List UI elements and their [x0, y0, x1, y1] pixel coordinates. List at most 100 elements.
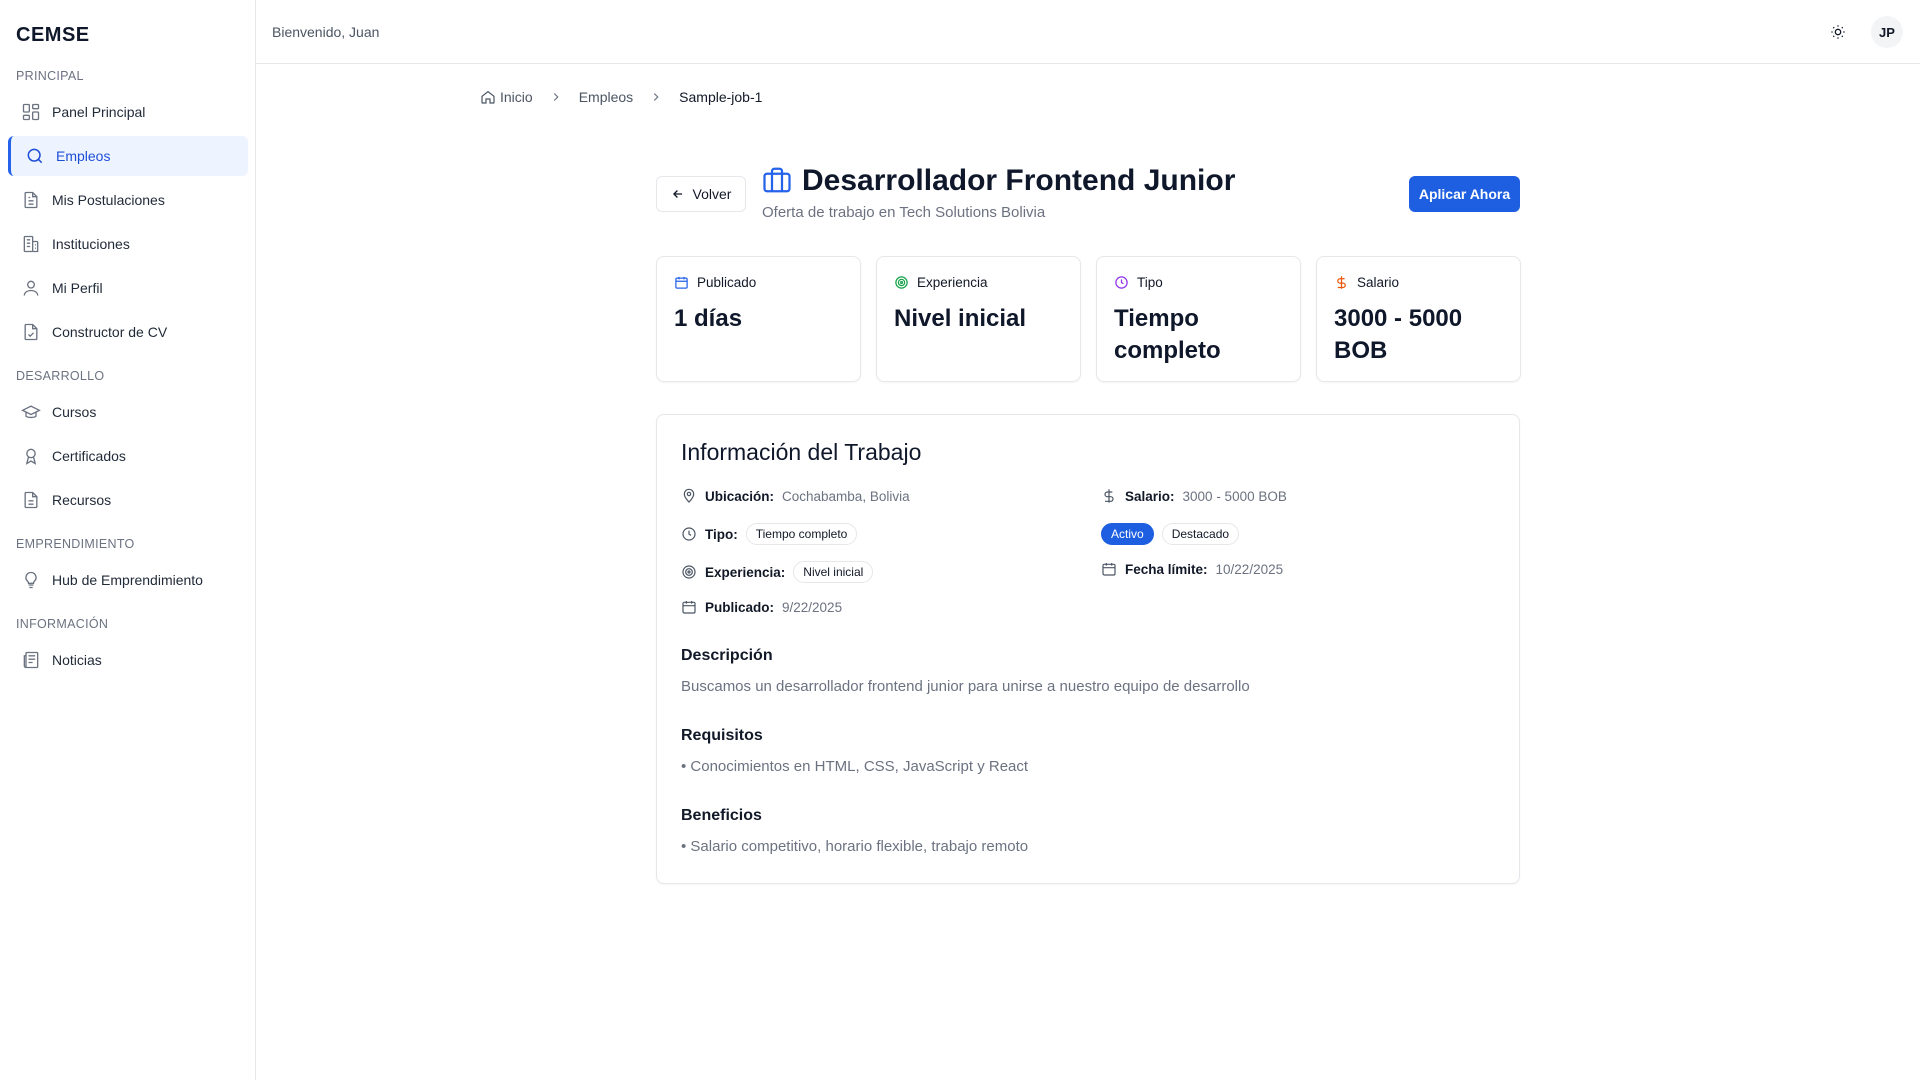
brand-logo[interactable]: CEMSE: [16, 24, 90, 47]
status-badge: Activo: [1101, 523, 1154, 545]
sidebar-item-recursos[interactable]: Recursos: [8, 480, 248, 520]
stat-card-type: Tipo Tiempo completo: [1096, 256, 1301, 382]
sidebar-item-mi-perfil[interactable]: Mi Perfil: [8, 268, 248, 308]
map-pin-icon: [683, 488, 695, 503]
benefits-text: • Salario competitivo, horario flexible,…: [681, 838, 1029, 855]
description-text: Buscamos un desarrollador frontend junio…: [681, 678, 1250, 695]
info-badges: Activo Destacado: [1101, 523, 1240, 545]
theme-toggle-button[interactable]: [1826, 20, 1850, 44]
briefcase-icon: [763, 167, 791, 193]
page-subtitle: Oferta de trabajo en Tech Solutions Boli…: [762, 204, 1046, 221]
sidebar-item-instituciones[interactable]: Instituciones: [8, 224, 248, 264]
sidebar-item-label: Mi Perfil: [52, 280, 103, 296]
newspaper-icon: [23, 651, 39, 669]
graduation-cap-icon: [21, 405, 41, 419]
building-icon: [23, 235, 39, 253]
section-title-emprendimiento: EMPRENDIMIENTO: [16, 537, 135, 551]
stat-label: Publicado: [697, 275, 757, 290]
stat-card-salary: Salario 3000 - 5000 BOB: [1316, 256, 1521, 382]
sidebar-item-cursos[interactable]: Cursos: [8, 392, 248, 432]
stat-value: Nivel inicial: [894, 305, 1027, 332]
info-location: Ubicación: Cochabamba, Bolivia: [681, 488, 910, 504]
info-experience: Experiencia: Nivel inicial: [681, 561, 874, 583]
award-icon: [25, 448, 37, 465]
experience-badge: Nivel inicial: [793, 561, 874, 583]
info-label: Publicado:: [705, 599, 775, 615]
requirements-text: • Conocimientos en HTML, CSS, JavaScript…: [681, 758, 1029, 775]
sidebar-item-label: Noticias: [52, 652, 102, 668]
sidebar-item-certificados[interactable]: Certificados: [8, 436, 248, 476]
section-title-desarrollo: DESARROLLO: [16, 369, 105, 383]
info-salary: Salario: 3000 - 5000 BOB: [1101, 488, 1287, 504]
target-icon: [895, 276, 908, 289]
file-icon: [24, 491, 38, 509]
avatar[interactable]: JP: [1871, 16, 1903, 48]
info-value: 10/22/2025: [1215, 561, 1284, 577]
description-heading: Descripción: [681, 647, 773, 664]
info-deadline: Fecha límite: 10/22/2025: [1101, 561, 1283, 577]
stat-value: Tiempo completo: [1114, 305, 1221, 364]
info-label: Ubicación:: [705, 488, 775, 504]
sidebar-item-label: Panel Principal: [52, 104, 146, 120]
clock-icon: [1115, 276, 1128, 289]
sidebar-item-mis-postulaciones[interactable]: Mis Postulaciones: [8, 180, 248, 220]
requirements-heading: Requisitos: [681, 727, 763, 744]
calendar-icon: [675, 276, 688, 289]
stat-label: Salario: [1357, 275, 1400, 290]
sidebar-item-label: Recursos: [52, 492, 112, 508]
file-text-icon: [24, 191, 38, 209]
page-title: Desarrollador Frontend Junior: [802, 164, 1236, 197]
layout-grid-icon: [22, 103, 40, 121]
apply-now-button[interactable]: Aplicar Ahora: [1409, 176, 1520, 212]
stat-label: Tipo: [1137, 275, 1163, 290]
dollar-icon: [1104, 489, 1114, 503]
type-badge: Tiempo completo: [745, 523, 858, 545]
sidebar-item-noticias[interactable]: Noticias: [8, 640, 248, 680]
sidebar-item-label: Cursos: [52, 404, 97, 420]
dollar-icon: [1337, 276, 1346, 289]
back-button[interactable]: Volver: [656, 176, 746, 212]
sidebar-item-panel-principal[interactable]: Panel Principal: [8, 92, 248, 132]
chevron-right-icon: [653, 93, 659, 101]
sidebar-item-label: Empleos: [56, 148, 111, 164]
breadcrumb-current: Sample-job-1: [679, 89, 763, 105]
info-published: Publicado: 9/22/2025: [681, 599, 842, 615]
featured-badge: Destacado: [1161, 523, 1240, 545]
user-icon: [23, 280, 39, 296]
section-title-informacion: INFORMACIÓN: [16, 617, 109, 631]
sidebar-item-label: Certificados: [52, 448, 126, 464]
sidebar-item-label: Mis Postulaciones: [52, 192, 165, 208]
home-icon: [481, 90, 495, 104]
info-label: Fecha límite:: [1125, 561, 1208, 577]
search-icon: [27, 148, 43, 164]
clock-icon: [682, 527, 696, 541]
stat-card-experience: Experiencia Nivel inicial: [876, 256, 1081, 382]
job-info-panel: Información del Trabajo Ubicación: Cocha…: [656, 414, 1520, 884]
sun-icon: [1831, 25, 1845, 39]
panel-title: Información del Trabajo: [681, 439, 922, 465]
stat-value: 1 días: [674, 305, 743, 332]
stat-card-published: Publicado 1 días: [656, 256, 861, 382]
sidebar-item-empleos[interactable]: Empleos: [8, 136, 248, 176]
info-type: Tipo: Tiempo completo: [681, 523, 858, 545]
breadcrumb-home[interactable]: Inicio: [500, 89, 533, 105]
info-label: Experiencia:: [705, 564, 786, 580]
info-value: Cochabamba, Bolivia: [782, 488, 910, 504]
stat-label: Experiencia: [917, 275, 988, 290]
sidebar-item-constructor-cv[interactable]: Constructor de CV: [8, 312, 248, 352]
chevron-right-icon: [553, 93, 559, 101]
sidebar-item-hub-emprendimiento[interactable]: Hub de Emprendimiento: [8, 560, 248, 600]
sidebar-item-label: Instituciones: [52, 236, 130, 252]
calendar-icon: [682, 601, 696, 614]
info-label: Tipo:: [705, 526, 738, 542]
target-icon: [682, 565, 696, 579]
arrow-left-icon: [672, 190, 682, 198]
info-value: 3000 - 5000 BOB: [1182, 488, 1287, 504]
info-value: 9/22/2025: [782, 599, 843, 615]
sidebar-item-label: Constructor de CV: [52, 324, 168, 340]
section-title-principal: PRINCIPAL: [16, 69, 84, 83]
breadcrumb-empleos[interactable]: Empleos: [579, 89, 633, 105]
info-label: Salario:: [1125, 488, 1175, 504]
topbar: Bienvenido, Juan JP: [256, 0, 1920, 64]
back-button-label: Volver: [692, 186, 732, 202]
